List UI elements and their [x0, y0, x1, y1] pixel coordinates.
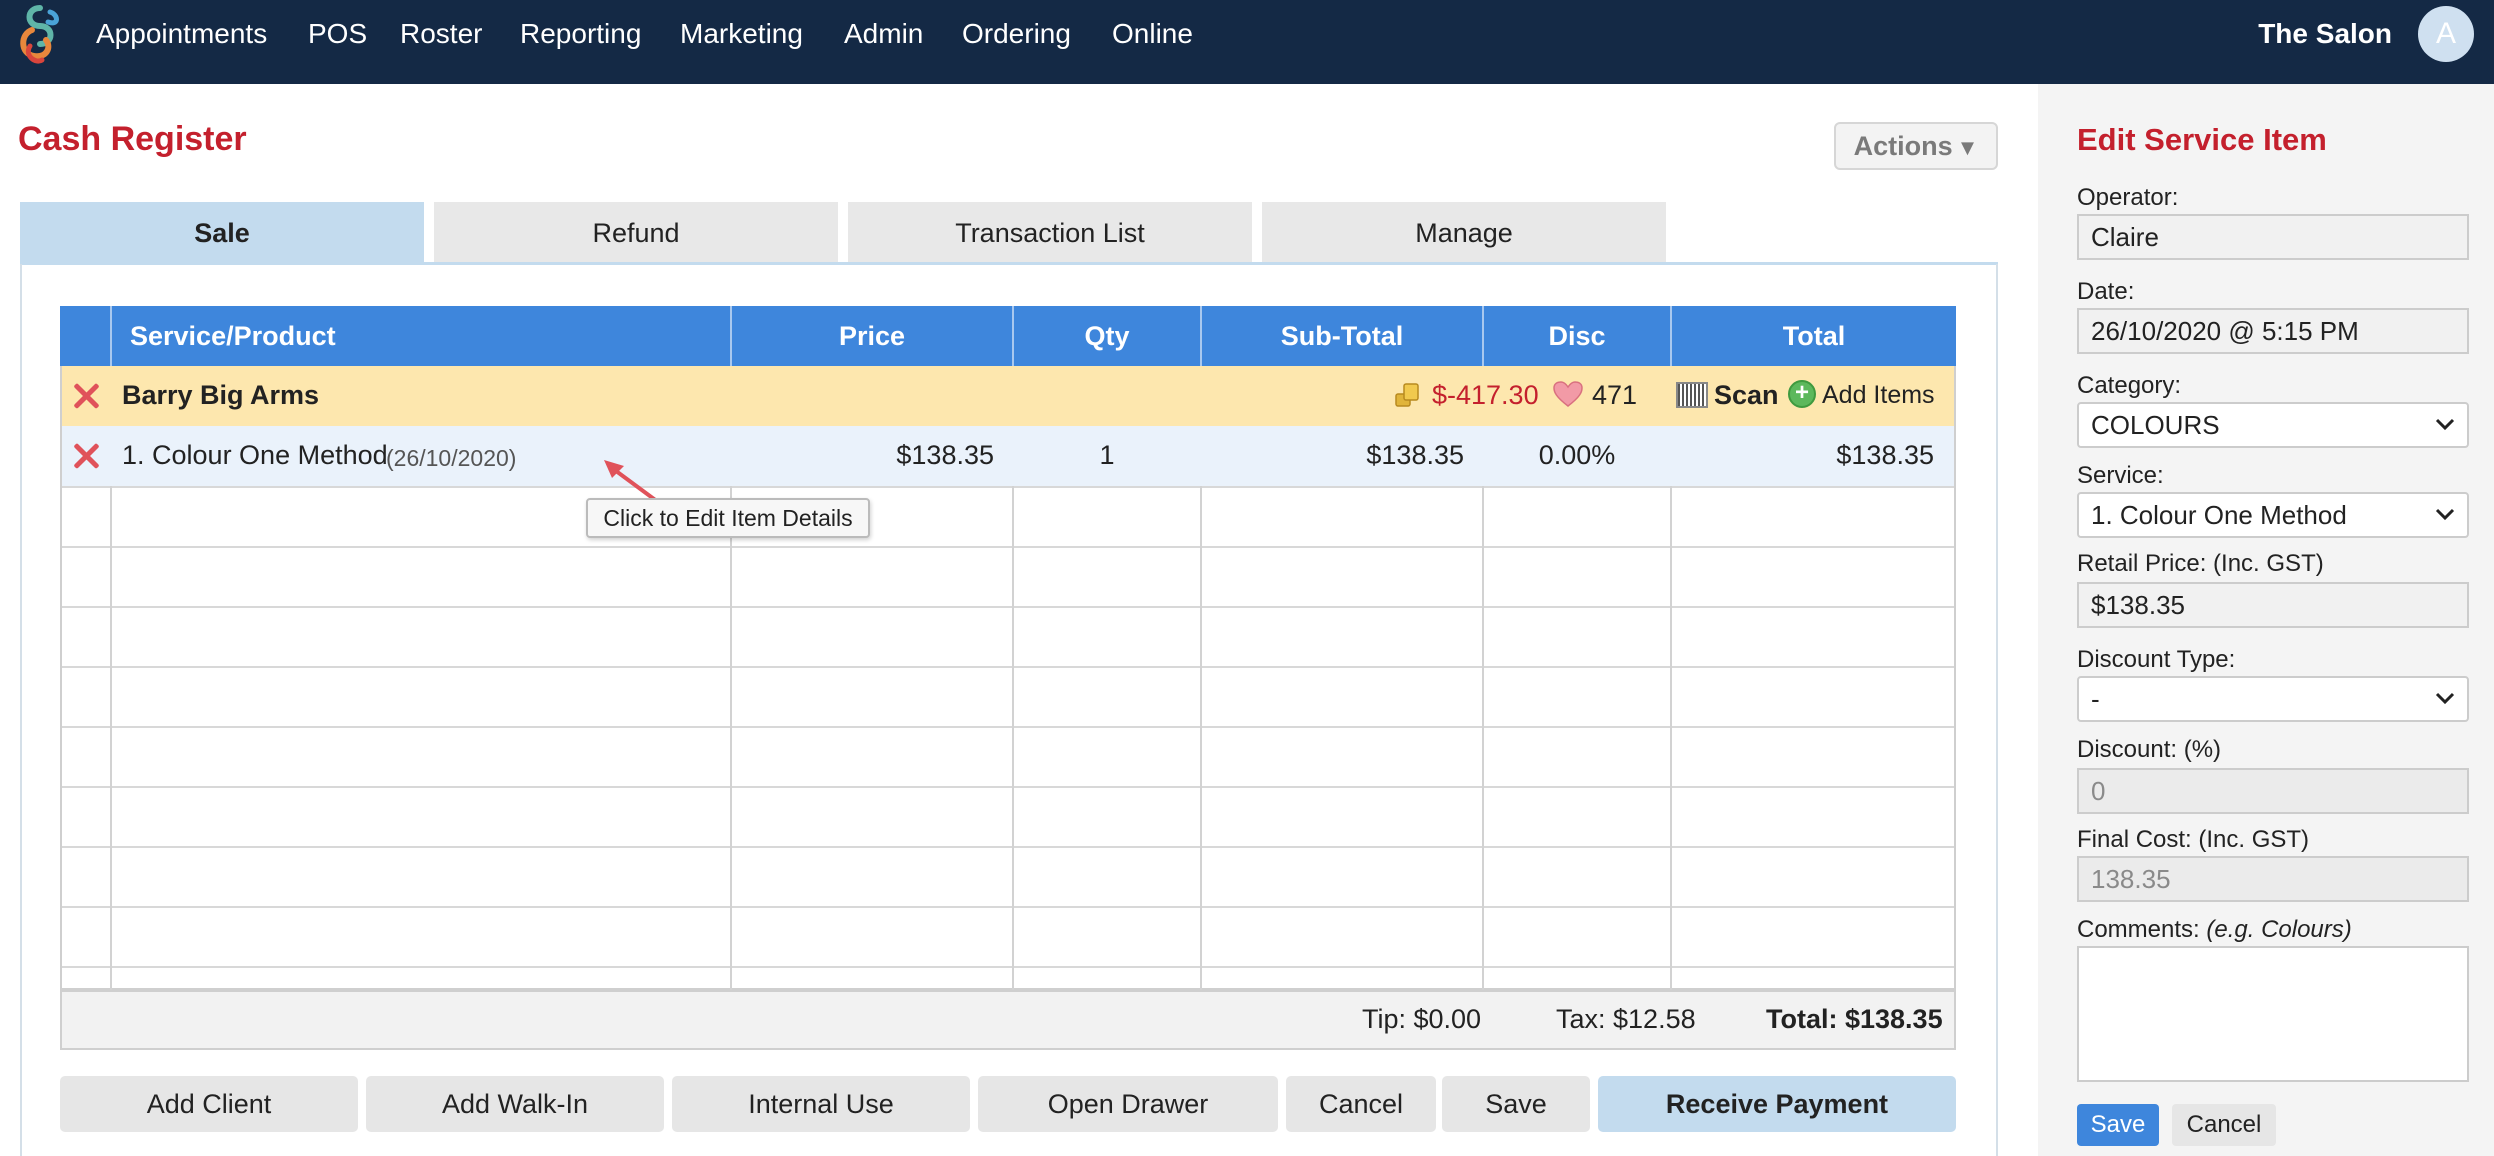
edit-panel-title: Edit Service Item: [2077, 122, 2327, 157]
save-sale-button[interactable]: Save: [1442, 1076, 1590, 1132]
discount-label: Discount: (%): [2077, 736, 2222, 763]
open-drawer-button[interactable]: Open Drawer: [978, 1076, 1278, 1132]
nav-appointments[interactable]: Appointments: [96, 16, 267, 52]
operator-field[interactable]: Claire: [2077, 214, 2469, 260]
header-total: Total: [1782, 321, 1846, 351]
item-qty: 1: [1099, 440, 1115, 470]
nav-marketing[interactable]: Marketing: [680, 16, 803, 52]
category-select[interactable]: COLOURS: [2077, 402, 2469, 448]
comments-label: Comments: (e.g. Colours): [2077, 916, 2352, 944]
header-divider: [110, 306, 112, 366]
retail-price-field[interactable]: $138.35: [2077, 582, 2469, 628]
table-header: Service/Product Price Qty Sub-Total Disc…: [60, 306, 1956, 366]
tax-amount: Tax: $12.58: [1556, 1004, 1696, 1034]
tab-refund[interactable]: Refund: [434, 202, 838, 262]
nav-pos[interactable]: POS: [308, 16, 367, 52]
item-discount: 0.00%: [1538, 440, 1616, 470]
tab-manage[interactable]: Manage: [1262, 202, 1666, 262]
date-label: Date:: [2077, 278, 2135, 305]
triangle-down-icon: ▼: [1956, 135, 1979, 160]
cancel-item-button[interactable]: Cancel: [2172, 1104, 2276, 1146]
actions-dropdown-button[interactable]: Actions ▼: [1834, 122, 1998, 170]
service-label: Service:: [2077, 462, 2164, 489]
operator-label: Operator:: [2077, 184, 2179, 211]
nav-admin[interactable]: Admin: [844, 16, 923, 52]
add-walkin-button[interactable]: Add Walk-In: [366, 1076, 664, 1132]
header-subtotal: Sub-Total: [1280, 321, 1404, 351]
coins-icon: [1395, 383, 1419, 407]
discount-type-value: -: [2091, 684, 2100, 714]
item-price: $138.35: [896, 440, 994, 470]
chevron-down-icon: [2435, 508, 2455, 521]
nav-reporting[interactable]: Reporting: [520, 16, 641, 52]
item-subtotal: $138.35: [1366, 440, 1464, 470]
top-navigation-bar: Appointments POS Roster Reporting Market…: [0, 0, 2494, 84]
client-row[interactable]: [62, 366, 1954, 426]
retail-price-label: Retail Price: (Inc. GST): [2077, 550, 2324, 577]
service-select[interactable]: 1. Colour One Method: [2077, 492, 2469, 538]
salon-name[interactable]: The Salon: [2258, 16, 2392, 52]
add-circle-icon[interactable]: +: [1788, 380, 1816, 408]
app-logo-icon[interactable]: [12, 4, 68, 66]
comments-hint: (e.g. Colours): [2206, 916, 2352, 943]
cancel-sale-button[interactable]: Cancel: [1286, 1076, 1436, 1132]
item-name[interactable]: 1. Colour One Method: [122, 438, 388, 472]
tab-transaction-list[interactable]: Transaction List: [848, 202, 1252, 262]
item-date: (26/10/2020): [386, 445, 517, 471]
tab-sale[interactable]: Sale: [20, 202, 424, 262]
save-item-button[interactable]: Save: [2077, 1104, 2159, 1146]
nav-roster[interactable]: Roster: [400, 16, 482, 52]
header-disc: Disc: [1548, 321, 1606, 351]
remove-item-icon[interactable]: [72, 442, 100, 470]
loyalty-points: 471: [1592, 380, 1638, 410]
discount-type-label: Discount Type:: [2077, 646, 2236, 673]
client-name[interactable]: Barry Big Arms: [122, 378, 319, 412]
nav-ordering[interactable]: Ordering: [962, 16, 1071, 52]
category-label: Category:: [2077, 372, 2182, 399]
discount-type-select[interactable]: -: [2077, 676, 2469, 722]
comments-textarea[interactable]: [2077, 946, 2469, 1082]
header-qty: Qty: [1084, 321, 1130, 351]
remove-client-icon[interactable]: [72, 382, 100, 410]
page-title: Cash Register: [18, 120, 247, 158]
add-client-button[interactable]: Add Client: [60, 1076, 358, 1132]
grand-total: Total: $138.35: [1766, 1004, 1943, 1034]
receive-payment-button[interactable]: Receive Payment: [1598, 1076, 1956, 1132]
item-total: $138.35: [1836, 440, 1934, 470]
nav-online[interactable]: Online: [1112, 16, 1193, 52]
header-price: Price: [838, 321, 906, 351]
final-cost-label: Final Cost: (Inc. GST): [2077, 826, 2310, 853]
scan-button[interactable]: Scan: [1714, 378, 1779, 412]
barcode-icon[interactable]: [1676, 382, 1708, 408]
service-value: 1. Colour One Method: [2091, 500, 2347, 530]
edit-item-tooltip: Click to Edit Item Details: [586, 498, 870, 538]
final-cost-field: 138.35: [2077, 856, 2469, 902]
add-items-button[interactable]: Add Items: [1822, 378, 1935, 412]
tip-amount: Tip: $0.00: [1362, 1004, 1482, 1034]
actions-label: Actions: [1853, 131, 1953, 161]
client-balance: $-417.30: [1432, 380, 1539, 410]
discount-field: 0: [2077, 768, 2469, 814]
internal-use-button[interactable]: Internal Use: [672, 1076, 970, 1132]
heart-icon: [1553, 381, 1583, 407]
header-service-product: Service/Product: [130, 321, 336, 351]
chevron-down-icon: [2435, 692, 2455, 705]
category-value: COLOURS: [2091, 410, 2220, 440]
user-avatar[interactable]: A: [2418, 6, 2474, 62]
date-field[interactable]: 26/10/2020 @ 5:15 PM: [2077, 308, 2469, 354]
chevron-down-icon: [2435, 418, 2455, 431]
comments-label-text: Comments:: [2077, 916, 2200, 943]
